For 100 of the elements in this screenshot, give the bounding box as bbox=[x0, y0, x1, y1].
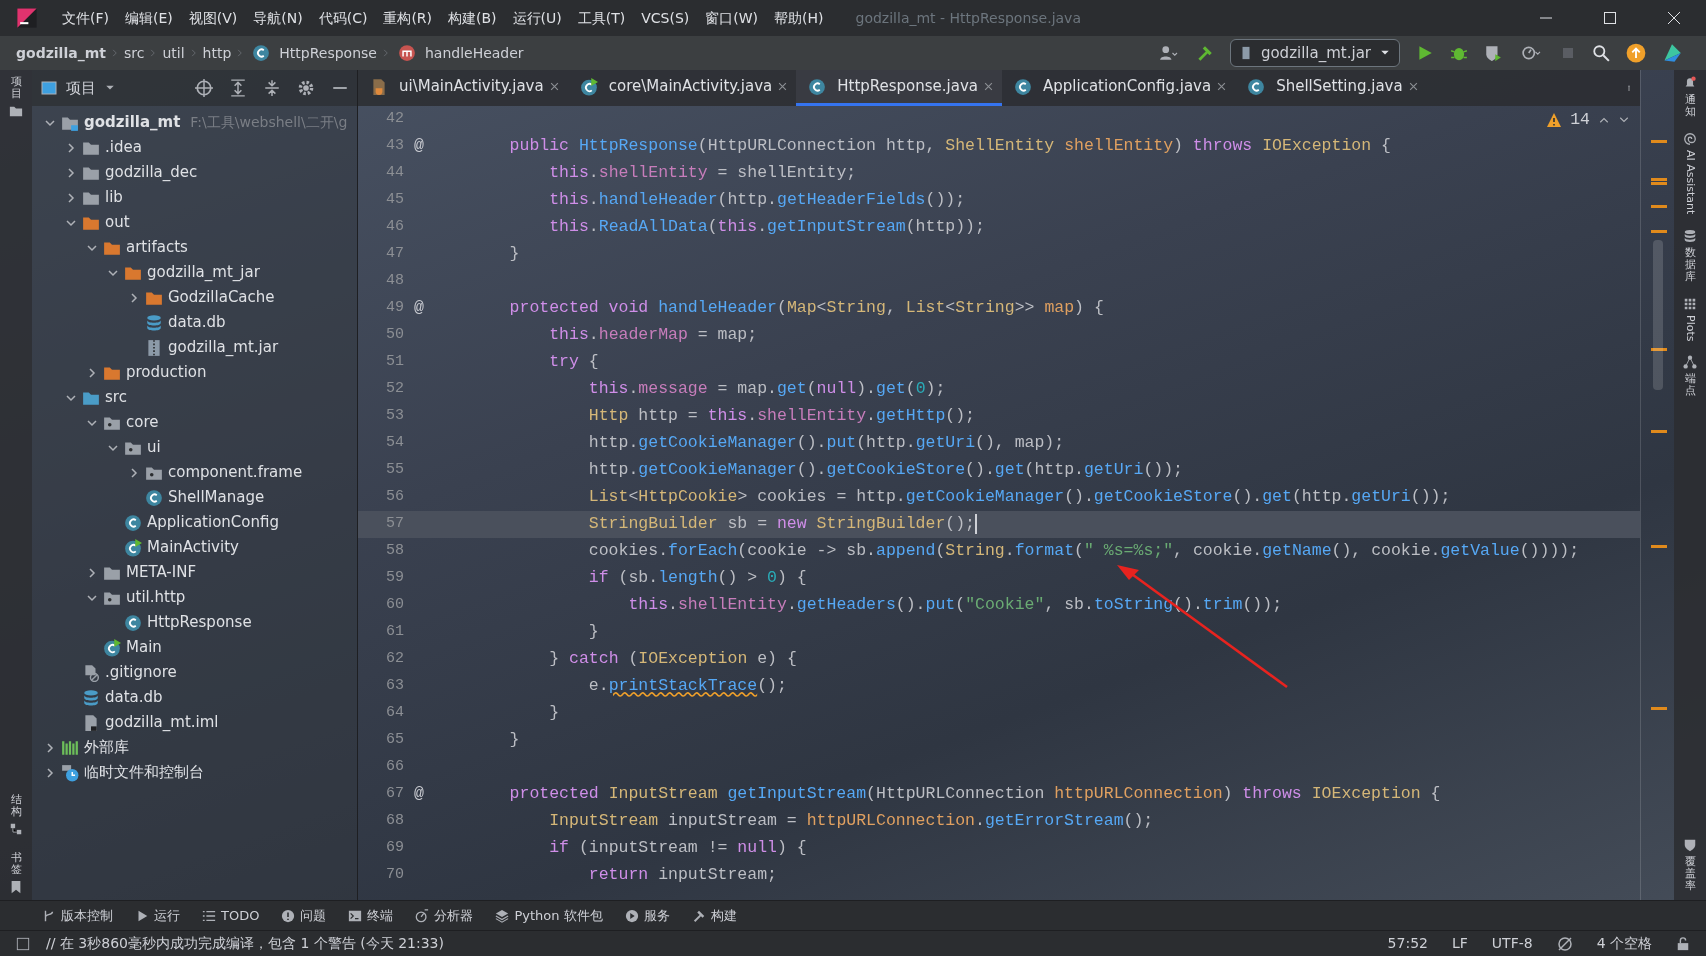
tree-item[interactable]: out bbox=[32, 210, 357, 235]
menu-item[interactable]: 重构(R) bbox=[375, 3, 441, 33]
no-inspection-icon[interactable] bbox=[1556, 935, 1573, 952]
menu-item[interactable]: 文件(F) bbox=[54, 3, 117, 33]
tree-item[interactable]: production bbox=[32, 360, 357, 385]
tree-item[interactable]: artifacts bbox=[32, 235, 357, 260]
menu-item[interactable]: 编辑(E) bbox=[117, 3, 181, 33]
tree-item[interactable]: src bbox=[32, 385, 357, 410]
tree-item[interactable]: .gitignore bbox=[32, 660, 357, 685]
bookmark-icon[interactable] bbox=[9, 880, 23, 894]
breadcrumb-item[interactable]: handleHeader bbox=[394, 42, 524, 64]
settings-icon[interactable] bbox=[297, 79, 315, 97]
editor-tab[interactable]: ui\MainActivity.java bbox=[358, 70, 568, 106]
tool-window-label[interactable]: Plots bbox=[1681, 314, 1699, 342]
menu-item[interactable]: 运行(U) bbox=[504, 3, 570, 33]
indent-setting[interactable]: 4 个空格 bbox=[1596, 933, 1652, 954]
breadcrumb-item[interactable]: util bbox=[162, 42, 185, 64]
tree-item[interactable]: ApplicationConfig bbox=[32, 510, 357, 535]
tool-window-label[interactable]: 覆盖率 bbox=[1684, 855, 1696, 892]
tree-item[interactable]: HttpResponse bbox=[32, 610, 357, 635]
tool-window-button[interactable]: 构建 bbox=[691, 905, 737, 926]
search-icon[interactable] bbox=[1592, 44, 1610, 62]
tool-window-label[interactable]: 项目 bbox=[10, 76, 22, 101]
tree-item[interactable]: .idea bbox=[32, 135, 357, 160]
tool-window-button[interactable]: 运行 bbox=[135, 905, 180, 926]
menu-item[interactable]: VCS(S) bbox=[633, 3, 698, 33]
collapse-all-icon[interactable] bbox=[263, 79, 281, 97]
structure-icon[interactable] bbox=[9, 821, 23, 836]
nodes-icon[interactable] bbox=[1683, 355, 1697, 370]
tool-window-button[interactable]: TODO bbox=[202, 905, 260, 926]
tool-window-button[interactable]: 终端 bbox=[348, 905, 394, 926]
bell-icon[interactable] bbox=[1683, 76, 1697, 90]
tree-item[interactable]: godzilla_mt.jar bbox=[32, 335, 357, 360]
override-marker[interactable]: @ bbox=[404, 782, 434, 807]
expand-all-icon[interactable] bbox=[229, 79, 247, 97]
swirl-icon[interactable] bbox=[1683, 132, 1697, 147]
database-icon[interactable] bbox=[1683, 228, 1697, 243]
menu-item[interactable]: 导航(N) bbox=[245, 3, 311, 33]
shield-run-icon[interactable] bbox=[1484, 44, 1502, 62]
tree-item[interactable]: godzilla_dec bbox=[32, 160, 357, 185]
tree-item[interactable]: Main bbox=[32, 635, 357, 660]
tree-item[interactable]: core bbox=[32, 410, 357, 435]
menu-item[interactable]: 构建(B) bbox=[440, 3, 505, 33]
crosshair-icon[interactable] bbox=[195, 79, 213, 97]
tree-item[interactable]: ui bbox=[32, 435, 357, 460]
breadcrumb-item[interactable]: http bbox=[202, 42, 232, 64]
close-icon[interactable] bbox=[1666, 10, 1682, 26]
tool-window-button[interactable]: 分析器 bbox=[415, 905, 474, 926]
menu-item[interactable]: 窗口(W) bbox=[697, 3, 767, 33]
editor-tab[interactable]: HttpResponse.java bbox=[796, 70, 1003, 106]
editor-tab[interactable]: core\MainActivity.java bbox=[567, 70, 797, 106]
panel-toggle-icon[interactable] bbox=[16, 936, 30, 951]
tool-window-label[interactable]: 结构 bbox=[10, 793, 22, 818]
grid-icon[interactable] bbox=[1683, 296, 1697, 311]
editor-tab[interactable]: ApplicationConfig.java bbox=[1002, 70, 1236, 106]
tree-item[interactable]: data.db bbox=[32, 685, 357, 710]
menu-item[interactable]: 代码(C) bbox=[310, 3, 376, 33]
tool-window-button[interactable]: 问题 bbox=[281, 905, 327, 926]
tool-window-label[interactable]: AI Assistant bbox=[1681, 150, 1699, 215]
file-encoding[interactable]: UTF-8 bbox=[1491, 933, 1533, 954]
panel-title-dropdown[interactable]: 项目 bbox=[66, 76, 116, 100]
tree-item[interactable]: 外部库 bbox=[32, 735, 357, 760]
maximize-icon[interactable] bbox=[1602, 10, 1618, 26]
run-icon[interactable] bbox=[1416, 44, 1434, 62]
override-marker[interactable]: @ bbox=[404, 134, 434, 159]
menu-item[interactable]: 视图(V) bbox=[180, 3, 246, 33]
tree-item[interactable]: META-INF bbox=[32, 560, 357, 585]
tree-item[interactable]: godzilla_mt_jar bbox=[32, 260, 357, 285]
tool-window-button[interactable]: 服务 bbox=[624, 905, 670, 926]
editor-tab[interactable]: ShellSetting.java bbox=[1235, 70, 1427, 106]
tree-item[interactable]: data.db bbox=[32, 310, 357, 335]
shield-icon[interactable] bbox=[1683, 837, 1697, 852]
tree-item[interactable]: MainActivity bbox=[32, 535, 357, 560]
tool-window-label[interactable]: 端点 bbox=[1684, 373, 1696, 398]
cursor-position[interactable]: 57:52 bbox=[1387, 933, 1428, 954]
line-ending[interactable]: LF bbox=[1451, 933, 1468, 954]
plugin-logo-icon[interactable] bbox=[1662, 43, 1682, 63]
breadcrumb-item[interactable]: godzilla_mt bbox=[16, 42, 106, 64]
lock-icon[interactable] bbox=[1676, 936, 1690, 951]
tree-item[interactable]: ShellManage bbox=[32, 485, 357, 510]
tool-window-label[interactable]: 数据库 bbox=[1684, 246, 1696, 283]
tool-window-label[interactable]: 通知 bbox=[1684, 94, 1696, 119]
breadcrumb-item[interactable]: src bbox=[123, 42, 145, 64]
run-config-dropdown[interactable]: godzilla_mt.jar bbox=[1229, 39, 1400, 67]
tree-item[interactable]: lib bbox=[32, 185, 357, 210]
folder-icon[interactable] bbox=[9, 104, 23, 119]
tool-window-label[interactable]: 书签 bbox=[10, 851, 22, 876]
tree-item[interactable]: component.frame bbox=[32, 460, 357, 485]
tree-item[interactable]: godzilla_mt.iml bbox=[32, 710, 357, 735]
scrollbar-thumb[interactable] bbox=[1653, 240, 1663, 390]
tree-item[interactable]: util.http bbox=[32, 585, 357, 610]
tool-window-button[interactable]: Python 软件包 bbox=[495, 905, 603, 926]
breadcrumb-item[interactable]: HttpResponse bbox=[249, 42, 377, 64]
menu-item[interactable]: 帮助(H) bbox=[766, 3, 832, 33]
override-marker[interactable]: @ bbox=[404, 296, 434, 321]
tree-item[interactable]: 临时文件和控制台 bbox=[32, 760, 357, 785]
menu-item[interactable]: 工具(T) bbox=[569, 3, 634, 33]
inspection-widget[interactable]: 14 bbox=[1546, 108, 1630, 132]
update-icon[interactable] bbox=[1626, 43, 1646, 63]
tree-item[interactable]: GodzillaCache bbox=[32, 285, 357, 310]
